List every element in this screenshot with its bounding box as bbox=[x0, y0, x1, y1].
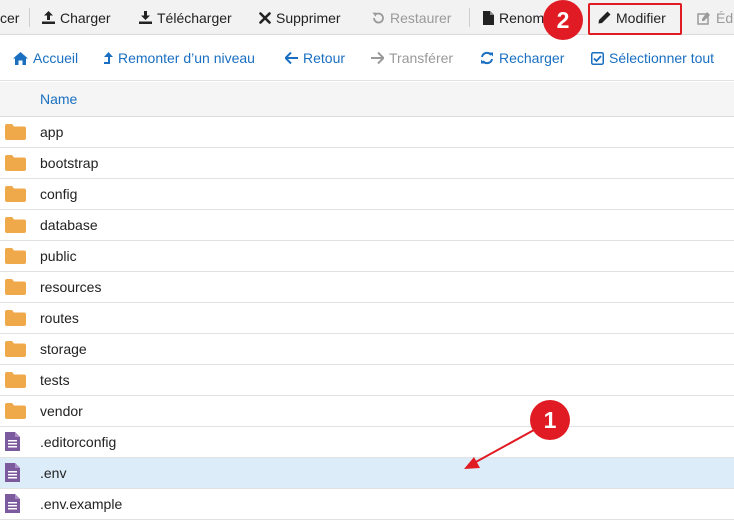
file-row[interactable]: routes bbox=[0, 303, 734, 334]
file-name: routes bbox=[40, 310, 79, 326]
file-text-icon bbox=[5, 463, 20, 485]
file-row[interactable]: .env bbox=[0, 458, 734, 489]
folder-icon bbox=[5, 341, 26, 360]
file-row[interactable]: .env.example bbox=[0, 489, 734, 520]
file-name: app bbox=[40, 124, 64, 140]
file-row[interactable]: tests bbox=[0, 365, 734, 396]
folder-icon bbox=[5, 124, 26, 143]
folder-icon bbox=[5, 217, 26, 236]
file-text-icon bbox=[5, 432, 20, 454]
upload-button[interactable]: Charger bbox=[42, 0, 111, 35]
select-all-label: Sélectionner tout bbox=[609, 50, 715, 66]
upload-icon bbox=[42, 11, 55, 24]
file-name: vendor bbox=[40, 403, 83, 419]
rename-button[interactable]: Renom bbox=[483, 0, 544, 35]
file-text-icon bbox=[5, 494, 20, 516]
arrow-left-icon bbox=[285, 52, 298, 64]
file-list: Name app bootstrap config database public res… bbox=[0, 82, 734, 520]
download-icon bbox=[139, 11, 152, 24]
name-column-header[interactable]: Name bbox=[40, 91, 77, 107]
folder-icon bbox=[5, 248, 26, 267]
file-row[interactable]: app bbox=[0, 117, 734, 148]
edit-button-highlight bbox=[588, 3, 682, 35]
file-list-header: Name bbox=[0, 82, 734, 117]
file-name: bootstrap bbox=[40, 155, 99, 171]
file-row[interactable]: public bbox=[0, 241, 734, 272]
annotation-badge-1: 1 bbox=[530, 400, 570, 440]
download-label: Télécharger bbox=[157, 9, 232, 26]
folder-icon bbox=[5, 372, 26, 391]
file-row[interactable]: bootstrap bbox=[0, 148, 734, 179]
toolbar-label: cer bbox=[0, 9, 20, 26]
back-label: Retour bbox=[303, 50, 346, 66]
close-icon bbox=[259, 11, 271, 24]
check-square-icon bbox=[591, 51, 604, 65]
file-name: .env.example bbox=[40, 496, 123, 512]
restore-button[interactable]: Restaurer bbox=[371, 0, 451, 35]
file-name: .env bbox=[40, 465, 67, 481]
file-name: database bbox=[40, 217, 98, 233]
file-name: public bbox=[40, 248, 77, 264]
reload-label: Recharger bbox=[499, 50, 565, 66]
file-row[interactable]: config bbox=[0, 179, 734, 210]
forward-label: Transférer bbox=[389, 50, 454, 66]
folder-icon bbox=[5, 155, 26, 174]
back-button[interactable]: Retour bbox=[285, 35, 345, 81]
file-list-rows: app bootstrap config database public resource… bbox=[0, 117, 734, 520]
html-edit-button[interactable]: Édi bbox=[697, 0, 734, 35]
toolbar-button-cut[interactable]: cer bbox=[0, 0, 19, 35]
up-level-label: Remonter d’un niveau bbox=[118, 50, 255, 66]
file-row[interactable]: storage bbox=[0, 334, 734, 365]
toolbar-divider bbox=[29, 8, 30, 27]
reload-button[interactable]: Recharger bbox=[480, 35, 564, 81]
file-name: .editorconfig bbox=[40, 434, 117, 450]
navigation-toolbar: Accueil Remonter d’un niveau Retour Tran… bbox=[0, 35, 734, 81]
toolbar-divider bbox=[469, 8, 470, 27]
file-row[interactable]: database bbox=[0, 210, 734, 241]
file-name: storage bbox=[40, 341, 87, 357]
annotation-badge-2: 2 bbox=[543, 0, 583, 40]
rename-label: Renom bbox=[499, 9, 545, 26]
html-edit-label: Édi bbox=[716, 9, 734, 26]
file-name: config bbox=[40, 186, 78, 202]
undo-icon bbox=[372, 12, 384, 23]
folder-icon bbox=[5, 186, 26, 205]
home-label: Accueil bbox=[33, 50, 79, 66]
folder-icon bbox=[5, 403, 26, 422]
upload-label: Charger bbox=[60, 9, 111, 26]
refresh-icon bbox=[481, 51, 493, 65]
edit-box-icon bbox=[697, 11, 710, 25]
forward-button[interactable]: Transférer bbox=[371, 35, 453, 81]
file-name: resources bbox=[40, 279, 102, 295]
restore-label: Restaurer bbox=[390, 9, 452, 26]
file-row[interactable]: vendor bbox=[0, 396, 734, 427]
folder-icon bbox=[5, 310, 26, 329]
delete-button[interactable]: Supprimer bbox=[259, 0, 341, 35]
arrow-right-icon bbox=[371, 52, 384, 64]
home-icon bbox=[13, 51, 28, 65]
delete-label: Supprimer bbox=[276, 9, 341, 26]
folder-icon bbox=[5, 279, 26, 298]
file-icon bbox=[483, 10, 494, 25]
download-button[interactable]: Télécharger bbox=[139, 0, 232, 35]
level-up-icon bbox=[104, 51, 113, 64]
file-row[interactable]: .editorconfig bbox=[0, 427, 734, 458]
home-button[interactable]: Accueil bbox=[13, 35, 78, 81]
file-row[interactable]: resources bbox=[0, 272, 734, 303]
file-name: tests bbox=[40, 372, 70, 388]
select-all-button[interactable]: Sélectionner tout bbox=[591, 35, 714, 81]
up-level-button[interactable]: Remonter d’un niveau bbox=[104, 35, 255, 81]
